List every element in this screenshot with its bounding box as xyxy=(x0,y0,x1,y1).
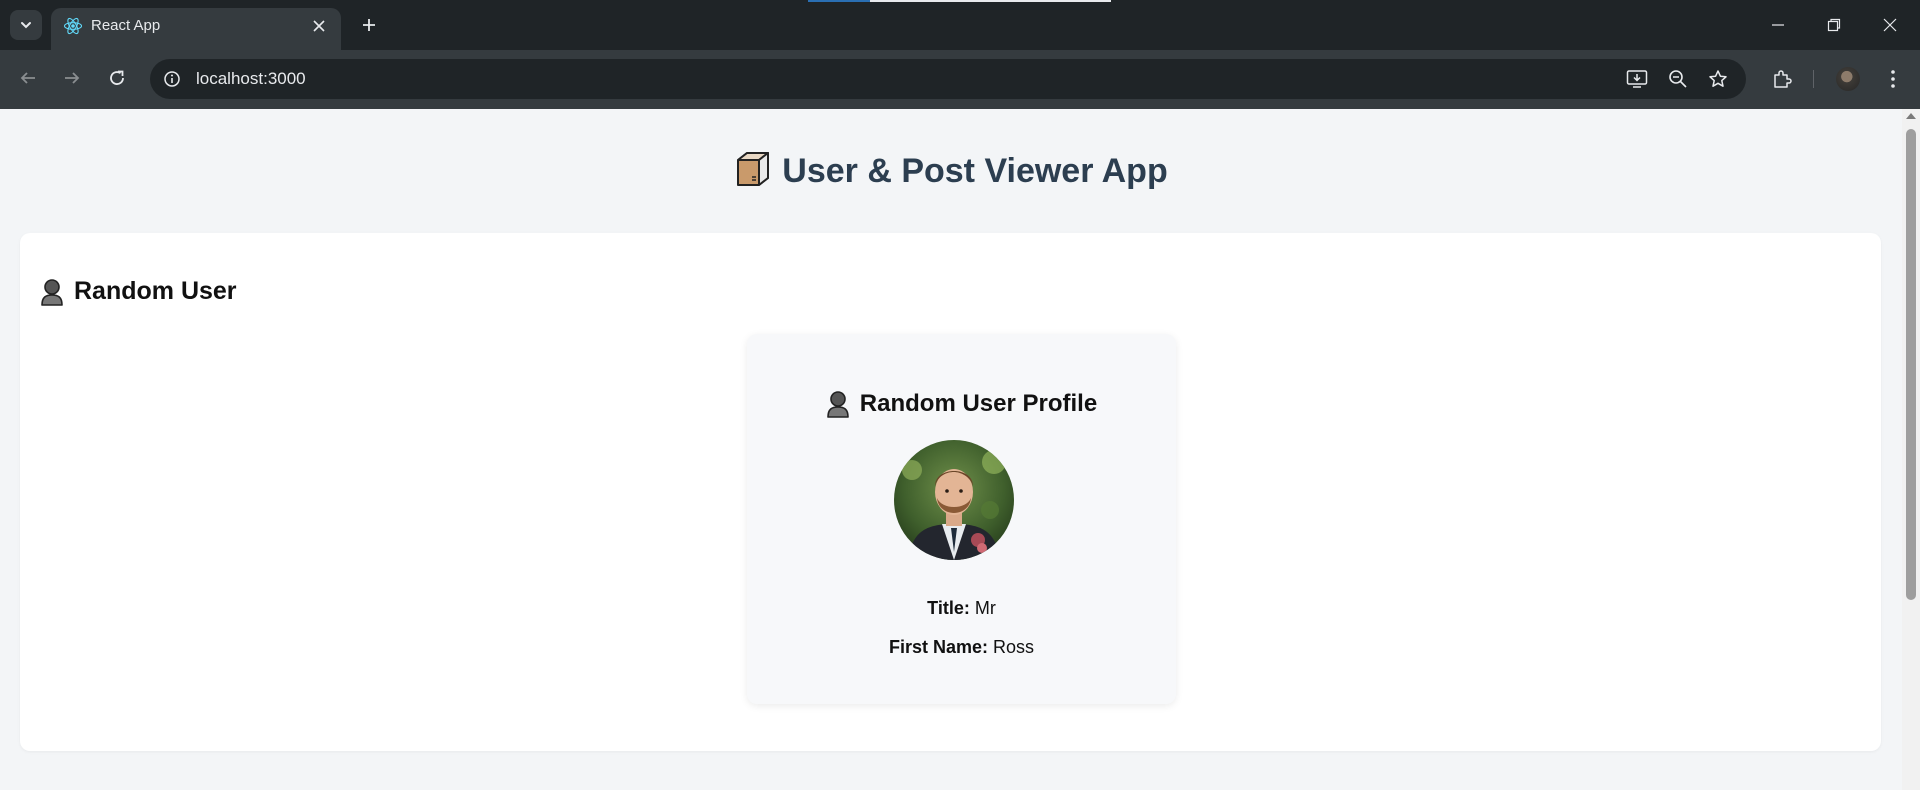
browser-toolbar: localhost:3000 xyxy=(0,50,1920,109)
tab-title: React App xyxy=(91,17,161,34)
site-info-icon xyxy=(164,71,180,87)
user-title-field: Title: Mr xyxy=(747,598,1176,619)
section-heading-text: Random User xyxy=(74,277,237,305)
profile-heading: Random User Profile xyxy=(747,390,1176,418)
field-label: Title: xyxy=(927,598,970,618)
page-title-text: User & Post Viewer App xyxy=(782,152,1168,190)
close-icon xyxy=(313,20,325,32)
section-heading: Random User xyxy=(40,277,237,306)
toolbar-separator xyxy=(1813,70,1814,88)
field-value: Ross xyxy=(993,637,1035,657)
profile-heading-text: Random User Profile xyxy=(859,390,1098,417)
person-silhouette-icon xyxy=(41,278,63,306)
bookmark-star-icon xyxy=(1709,70,1727,87)
react-logo-icon xyxy=(63,17,83,35)
user-first-name-field: First Name: Ross xyxy=(747,637,1176,658)
browser-tab[interactable]: React App xyxy=(51,8,341,50)
address-bar[interactable]: localhost:3000 xyxy=(150,59,1746,99)
user-profile-card: Random User Profile Title: Mr First Name… xyxy=(747,334,1176,704)
more-menu-button[interactable] xyxy=(1877,63,1909,95)
tab-strip-indicator-accent xyxy=(808,0,870,2)
minimize-button[interactable] xyxy=(1750,0,1806,50)
site-info-button[interactable] xyxy=(158,65,186,93)
scroll-up-arrow-icon[interactable] xyxy=(1906,113,1916,119)
install-app-icon xyxy=(1626,70,1648,88)
new-tab-button[interactable] xyxy=(354,10,384,40)
page-scrollbar[interactable] xyxy=(1902,109,1920,790)
reload-button[interactable] xyxy=(101,62,133,94)
chevron-down-icon xyxy=(21,22,31,29)
close-window-button[interactable] xyxy=(1862,0,1918,50)
reload-icon xyxy=(110,70,124,85)
restore-icon xyxy=(1827,18,1841,32)
more-menu-icon xyxy=(1891,70,1895,88)
back-arrow-icon xyxy=(20,72,35,84)
minimize-icon xyxy=(1772,24,1784,26)
plus-icon xyxy=(363,19,375,31)
scrollbar-thumb[interactable] xyxy=(1906,129,1916,600)
field-value: Mr xyxy=(974,598,996,618)
user-portrait-photo xyxy=(894,440,1014,560)
close-icon xyxy=(1883,18,1897,32)
zoom-button[interactable] xyxy=(1665,67,1691,91)
forward-button[interactable] xyxy=(56,62,88,94)
bookmark-button[interactable] xyxy=(1705,67,1731,91)
profile-button[interactable] xyxy=(1832,63,1864,95)
package-box-icon xyxy=(737,152,770,186)
install-app-button[interactable] xyxy=(1624,67,1650,91)
random-user-section: Random User Random User Profile Title: M… xyxy=(20,233,1881,751)
field-label: First Name: xyxy=(888,637,988,657)
page-title: User & Post Viewer App xyxy=(0,150,1902,191)
extensions-button[interactable] xyxy=(1766,63,1798,95)
url-text[interactable]: localhost:3000 xyxy=(196,69,306,89)
tab-close-button[interactable] xyxy=(307,14,331,38)
page-viewport: User & Post Viewer App Random User Rando… xyxy=(0,109,1902,790)
tab-search-button[interactable] xyxy=(10,10,42,40)
zoom-out-icon xyxy=(1669,70,1687,88)
back-button[interactable] xyxy=(12,62,44,94)
forward-arrow-icon xyxy=(65,72,80,84)
extensions-icon xyxy=(1774,70,1792,88)
restore-button[interactable] xyxy=(1806,0,1862,50)
person-silhouette-icon xyxy=(826,391,849,418)
browser-title-bar: React App xyxy=(0,0,1920,50)
profile-avatar xyxy=(1836,67,1860,91)
